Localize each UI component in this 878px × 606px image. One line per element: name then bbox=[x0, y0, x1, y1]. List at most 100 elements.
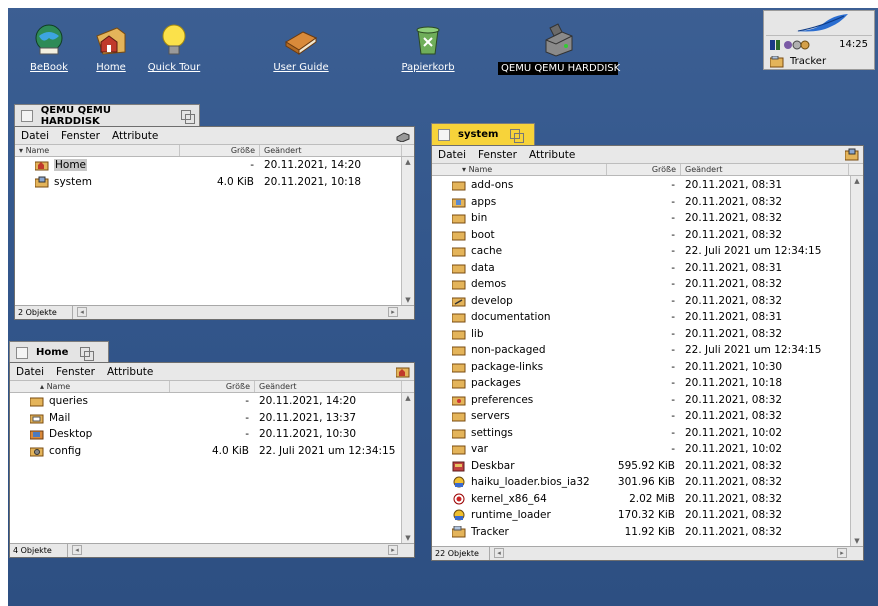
file-date: 20.11.2021, 08:31 bbox=[685, 311, 783, 324]
home-menu-icon[interactable] bbox=[396, 365, 410, 378]
menu-bar: Datei Fenster Attribute bbox=[10, 363, 414, 381]
list-item[interactable]: data -20.11.2021, 08:31 bbox=[432, 260, 863, 277]
vertical-scrollbar[interactable]: ▲ ▼ bbox=[401, 157, 414, 305]
list-item[interactable]: apps -20.11.2021, 08:32 bbox=[432, 194, 863, 211]
column-name[interactable]: ▾ Name bbox=[15, 145, 180, 156]
list-item[interactable]: Home - 20.11.2021, 14:20 bbox=[15, 157, 414, 174]
column-size[interactable]: Größe bbox=[170, 381, 255, 392]
config-folder-icon bbox=[30, 447, 44, 457]
object-count: 22 Objekte bbox=[432, 547, 490, 560]
file-size: - bbox=[245, 411, 249, 424]
vertical-scrollbar[interactable]: ▲ ▼ bbox=[401, 393, 414, 543]
close-box[interactable] bbox=[16, 346, 28, 359]
file-name: cache bbox=[471, 245, 503, 258]
horizontal-scrollbar[interactable]: ◂ ▸ bbox=[68, 544, 414, 557]
list-item[interactable]: var -20.11.2021, 10:02 bbox=[432, 441, 863, 458]
menu-fenster[interactable]: Fenster bbox=[478, 149, 517, 161]
list-item[interactable]: packages -20.11.2021, 10:18 bbox=[432, 375, 863, 392]
file-size: - bbox=[671, 426, 675, 439]
column-modified[interactable]: Geändert bbox=[255, 381, 402, 392]
list-item[interactable]: Desktop - 20.11.2021, 10:30 bbox=[10, 426, 414, 443]
column-size[interactable]: Größe bbox=[607, 164, 681, 175]
list-item[interactable]: package-links -20.11.2021, 10:30 bbox=[432, 359, 863, 376]
list-item[interactable]: documentation -20.11.2021, 08:31 bbox=[432, 309, 863, 326]
vertical-scrollbar[interactable]: ▲ ▼ bbox=[850, 176, 863, 546]
zoom-box[interactable] bbox=[80, 346, 95, 361]
column-size[interactable]: Größe bbox=[180, 145, 260, 156]
list-item[interactable]: boot -20.11.2021, 08:32 bbox=[432, 227, 863, 244]
menu-attribute[interactable]: Attribute bbox=[112, 130, 158, 142]
horizontal-scrollbar[interactable]: ◂ ▸ bbox=[490, 547, 863, 560]
column-name[interactable]: ▴ Name bbox=[10, 381, 170, 392]
list-item[interactable]: non-packaged -22. Juli 2021 um 12:34:15 bbox=[432, 342, 863, 359]
file-name: Deskbar bbox=[471, 459, 515, 472]
harddisk-window-tab[interactable]: QEMU QEMU HARDDISK bbox=[14, 104, 200, 127]
file-size: - bbox=[671, 228, 675, 241]
column-modified[interactable]: Geändert bbox=[681, 164, 849, 175]
list-item[interactable]: config 4.0 KiB 22. Juli 2021 um 12:34:15 bbox=[10, 443, 414, 460]
file-name: demos bbox=[471, 278, 507, 291]
list-item[interactable]: add-ons -20.11.2021, 08:31 bbox=[432, 177, 863, 194]
system-menu-icon[interactable] bbox=[845, 148, 859, 161]
menu-datei[interactable]: Datei bbox=[16, 366, 44, 378]
clock[interactable]: 14:25 bbox=[839, 39, 868, 50]
status-bar: 2 Objekte ◂ ▸ bbox=[15, 305, 414, 319]
list-item[interactable]: system 4.0 KiB 20.11.2021, 10:18 bbox=[15, 174, 414, 191]
list-item[interactable]: develop -20.11.2021, 08:32 bbox=[432, 293, 863, 310]
list-item[interactable]: Tracker 11.92 KiB 20.11.2021, 08:32 bbox=[432, 524, 863, 541]
column-name[interactable]: ▾ Name bbox=[432, 164, 607, 175]
zoom-box[interactable] bbox=[181, 109, 195, 124]
list-item[interactable]: runtime_loader 170.32 KiB 20.11.2021, 08:3… bbox=[432, 507, 863, 524]
desktop-icon-harddisk[interactable]: QEMU QEMU HARDDISK bbox=[498, 22, 620, 75]
file-date: 20.11.2021, 08:32 bbox=[685, 492, 783, 505]
list-item[interactable]: demos -20.11.2021, 08:32 bbox=[432, 276, 863, 293]
file-size: - bbox=[671, 393, 675, 406]
list-item[interactable]: Deskbar 595.92 KiB 20.11.2021, 08:32 bbox=[432, 458, 863, 475]
menu-datei[interactable]: Datei bbox=[21, 130, 49, 142]
list-item[interactable]: queries - 20.11.2021, 14:20 bbox=[10, 393, 414, 410]
desktop-icon-papierkorb[interactable]: Papierkorb bbox=[385, 22, 471, 73]
harddisk-window: Datei Fenster Attribute ▾ Name Größe Geä… bbox=[14, 126, 415, 320]
list-item[interactable]: kernel_x86_64 2.02 MiB 20.11.2021, 08:32 bbox=[432, 491, 863, 508]
menu-attribute[interactable]: Attribute bbox=[529, 149, 575, 161]
desktop-folder-icon bbox=[30, 430, 44, 440]
list-item[interactable]: settings -20.11.2021, 10:02 bbox=[432, 425, 863, 442]
home-window-tab[interactable]: Home bbox=[9, 341, 109, 363]
zoom-box[interactable] bbox=[510, 128, 525, 143]
file-size: - bbox=[671, 245, 675, 258]
folder-icon bbox=[452, 231, 466, 241]
horizontal-scrollbar[interactable]: ◂ ▸ bbox=[73, 306, 414, 319]
deskbar-tracker-item[interactable]: Tracker bbox=[766, 54, 872, 69]
file-date: 20.11.2021, 08:32 bbox=[685, 410, 783, 423]
home-icon bbox=[93, 22, 129, 58]
haiku-leaf-icon[interactable] bbox=[794, 13, 850, 35]
lightbulb-icon bbox=[156, 22, 192, 58]
menu-datei[interactable]: Datei bbox=[438, 149, 466, 161]
desktop-icon-quick-tour[interactable]: Quick Tour bbox=[131, 22, 217, 73]
list-item[interactable]: servers -20.11.2021, 08:32 bbox=[432, 408, 863, 425]
file-date: 22. Juli 2021 um 12:34:15 bbox=[259, 444, 396, 457]
file-name: servers bbox=[471, 410, 510, 423]
close-box[interactable] bbox=[21, 109, 33, 122]
file-date: 22. Juli 2021 um 12:34:15 bbox=[685, 344, 822, 357]
list-item[interactable]: haiku_loader.bios_ia32 301.96 KiB 20.11.20… bbox=[432, 474, 863, 491]
system-window-tab[interactable]: system bbox=[431, 123, 535, 145]
tracker-label: Tracker bbox=[790, 56, 827, 67]
menu-fenster[interactable]: Fenster bbox=[61, 130, 100, 142]
file-date: 20.11.2021, 08:32 bbox=[685, 476, 783, 489]
list-item[interactable]: lib -20.11.2021, 08:32 bbox=[432, 326, 863, 343]
menu-attribute[interactable]: Attribute bbox=[107, 366, 153, 378]
folder-icon bbox=[452, 429, 466, 439]
list-item[interactable]: bin -20.11.2021, 08:32 bbox=[432, 210, 863, 227]
list-item[interactable]: cache -22. Juli 2021 um 12:34:15 bbox=[432, 243, 863, 260]
tray-icons[interactable] bbox=[770, 39, 810, 51]
close-box[interactable] bbox=[438, 128, 450, 141]
window-title: Home bbox=[36, 347, 69, 358]
list-item[interactable]: preferences -20.11.2021, 08:32 bbox=[432, 392, 863, 409]
folder-icon bbox=[30, 397, 44, 407]
list-item[interactable]: Mail - 20.11.2021, 13:37 bbox=[10, 410, 414, 427]
desktop-icon-user-guide[interactable]: User Guide bbox=[258, 22, 344, 73]
menu-fenster[interactable]: Fenster bbox=[56, 366, 95, 378]
column-modified[interactable]: Geändert bbox=[260, 145, 402, 156]
harddisk-menu-icon[interactable] bbox=[396, 129, 410, 142]
